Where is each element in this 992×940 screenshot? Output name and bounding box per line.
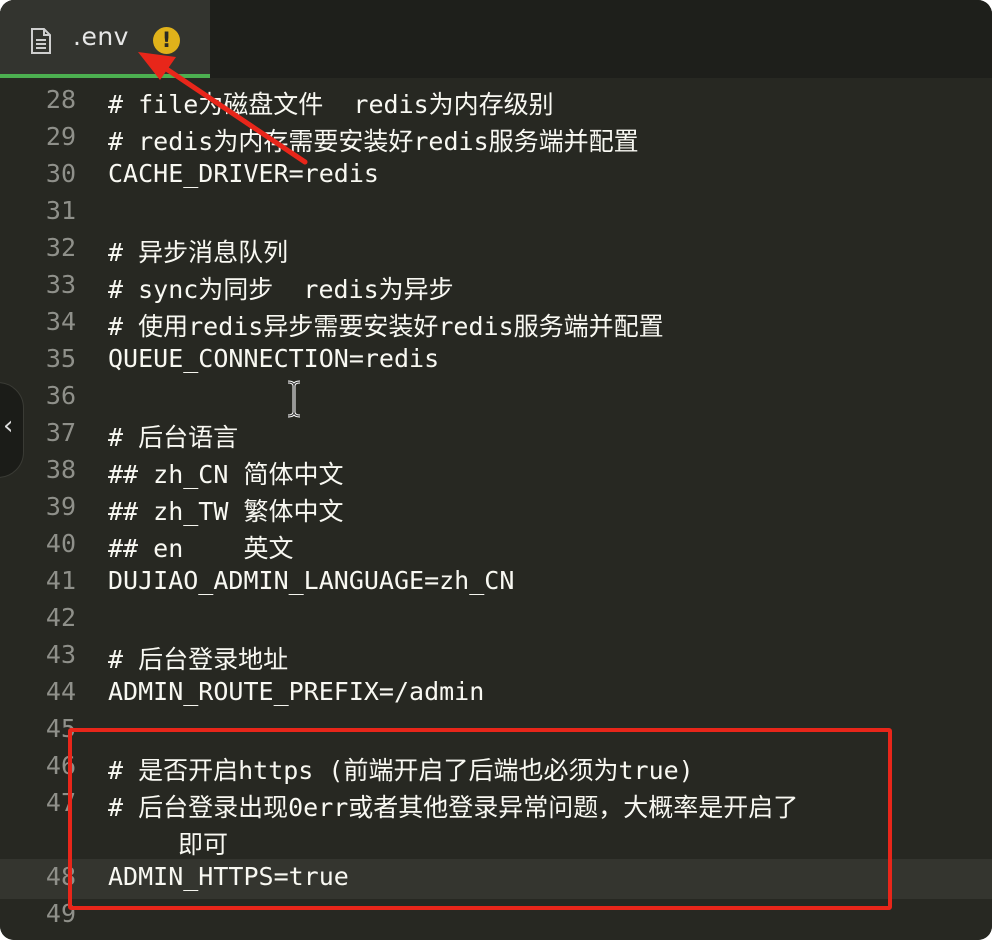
tab-title: .env xyxy=(73,22,129,51)
line-number: 45 xyxy=(45,714,76,743)
line-number: 44 xyxy=(45,677,76,706)
line-number: 28 xyxy=(45,85,76,114)
code-line[interactable]: ## zh_TW 繁体中文 xyxy=(108,492,343,528)
side-panel-toggle[interactable]: ‹ xyxy=(0,382,24,478)
code-line[interactable]: CACHE_DRIVER=redis xyxy=(108,159,379,188)
file-icon xyxy=(31,28,51,54)
code-line[interactable]: ADMIN_ROUTE_PREFIX=/admin xyxy=(108,677,484,706)
line-number: 43 xyxy=(45,640,76,669)
line-number: 35 xyxy=(45,344,76,373)
annotation-highlight-box xyxy=(68,728,892,910)
code-line[interactable]: # 使用redis异步需要安装好redis服务端并配置 xyxy=(108,307,664,343)
chevron-left-icon: ‹ xyxy=(3,411,14,441)
line-number: 42 xyxy=(45,603,76,632)
editor-window: .env ! 28 # file为磁盘文件 redis为内存级别 29 # redis… xyxy=(0,0,992,940)
code-line[interactable]: # sync为同步 redis为异步 xyxy=(108,270,454,306)
line-number: 49 xyxy=(45,899,76,928)
code-line[interactable]: # 异步消息队列 xyxy=(108,233,288,269)
line-number: 48 xyxy=(45,862,76,891)
code-line[interactable]: DUJIAO_ADMIN_LANGUAGE=zh_CN xyxy=(108,566,514,595)
line-number: 34 xyxy=(45,307,76,336)
code-line[interactable]: # redis为内存需要安装好redis服务端并配置 xyxy=(108,122,639,158)
code-line[interactable]: ## en 英文 xyxy=(108,529,293,565)
warning-icon: ! xyxy=(153,27,180,54)
line-number: 31 xyxy=(45,196,76,225)
line-number: 40 xyxy=(45,529,76,558)
code-line[interactable]: # 后台登录地址 xyxy=(108,640,288,676)
line-number: 46 xyxy=(45,751,76,780)
line-number: 39 xyxy=(45,492,76,521)
code-line[interactable]: ## zh_CN 简体中文 xyxy=(108,455,343,491)
line-number: 33 xyxy=(45,270,76,299)
text-cursor-icon xyxy=(287,380,301,418)
code-line[interactable]: # 后台语言 xyxy=(108,418,238,454)
code-line[interactable]: # file为磁盘文件 redis为内存级别 xyxy=(108,85,554,121)
line-number: 41 xyxy=(45,566,76,595)
tab-env-file[interactable]: .env ! xyxy=(0,0,210,78)
tab-bar: .env ! xyxy=(0,0,992,78)
line-number: 29 xyxy=(45,122,76,151)
line-number: 47 xyxy=(45,788,76,817)
line-number: 32 xyxy=(45,233,76,262)
line-number: 30 xyxy=(45,159,76,188)
code-line[interactable]: QUEUE_CONNECTION=redis xyxy=(108,344,439,373)
